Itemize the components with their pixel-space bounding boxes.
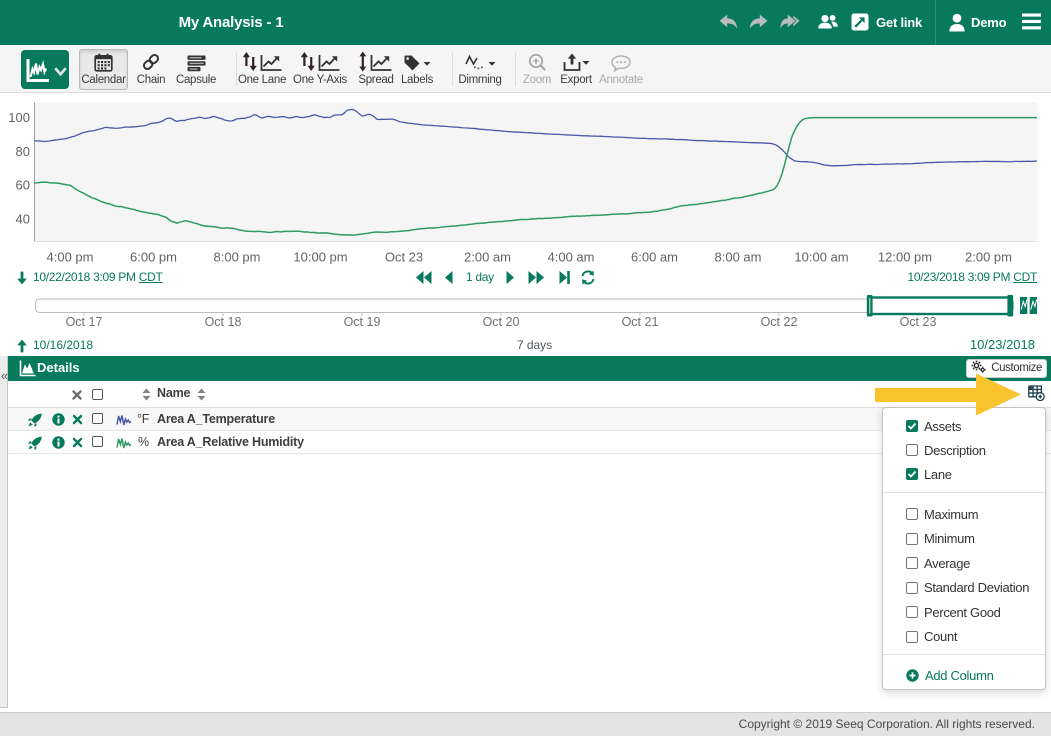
svg-text:Oct 21: Oct 21: [622, 315, 659, 329]
svg-text:Oct 18: Oct 18: [205, 315, 242, 329]
svg-text:80: 80: [16, 144, 30, 159]
svg-text:8:00 am: 8:00 am: [715, 250, 762, 265]
svg-text:Oct 23: Oct 23: [900, 315, 937, 329]
svg-text:Oct 22: Oct 22: [761, 315, 798, 329]
svg-text:Oct 23: Oct 23: [385, 250, 423, 265]
svg-text:2:00 am: 2:00 am: [464, 250, 511, 265]
svg-text:40: 40: [16, 212, 30, 227]
svg-text:6:00 pm: 6:00 pm: [130, 250, 177, 265]
svg-text:2:00 pm: 2:00 pm: [965, 250, 1012, 265]
svg-text:4:00 am: 4:00 am: [548, 250, 595, 265]
svg-text:10:00 am: 10:00 am: [794, 250, 848, 265]
svg-text:Oct 17: Oct 17: [66, 315, 103, 329]
svg-text:Oct 20: Oct 20: [483, 315, 520, 329]
svg-text:12:00 pm: 12:00 pm: [878, 250, 932, 265]
svg-text:60: 60: [16, 178, 30, 193]
svg-text:10:00 pm: 10:00 pm: [293, 250, 347, 265]
svg-text:8:00 pm: 8:00 pm: [214, 250, 261, 265]
svg-text:4:00 pm: 4:00 pm: [47, 250, 94, 265]
svg-text:100: 100: [8, 110, 30, 125]
svg-text:Oct 19: Oct 19: [344, 315, 381, 329]
svg-text:6:00 am: 6:00 am: [631, 250, 678, 265]
